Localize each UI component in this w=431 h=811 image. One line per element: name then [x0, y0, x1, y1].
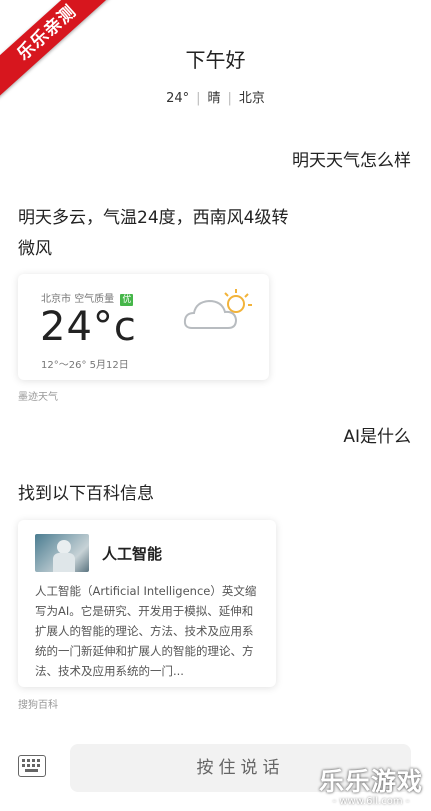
robot-body [53, 553, 75, 572]
baike-title: 人工智能 [102, 545, 163, 563]
separator: | [196, 91, 201, 106]
ai-thumbnail-image [35, 534, 89, 572]
watermark-text: 乐乐游戏 [318, 767, 423, 796]
summary-condition: 晴 [207, 91, 221, 106]
watermark-url: - www.6ll.com - [332, 796, 410, 807]
user-message: AI是什么 [343, 427, 411, 447]
weather-card[interactable]: 北京市 空气质量 优 24°c 12°～26° 5月12日 [18, 274, 269, 380]
separator: | [227, 91, 232, 106]
baike-card[interactable]: 人工智能 人工智能（Artificial Intelligence）英文缩写为A… [18, 520, 276, 687]
user-message: 明天天气怎么样 [292, 151, 411, 171]
weather-source: 墨迹天气 [18, 392, 58, 403]
summary-city: 北京 [238, 91, 265, 106]
robot-head [57, 540, 71, 554]
weather-card-temperature: 24°c [40, 304, 137, 350]
assistant-message: 找到以下百科信息 [18, 484, 154, 504]
site-watermark: 乐乐游戏 - www.6ll.com - [319, 762, 423, 807]
keyboard-icon[interactable] [18, 755, 46, 777]
partly-cloudy-icon [183, 289, 252, 329]
baike-summary: 人工智能（Artificial Intelligence）英文缩写为AI。它是研… [35, 584, 257, 678]
baike-source: 搜狗百科 [18, 700, 58, 711]
weather-card-range: 12°～26° 5月12日 [41, 356, 129, 371]
assistant-message: 明天多云，气温24度，西南风4级转微风 [18, 208, 289, 259]
summary-temperature: 24° [166, 91, 190, 106]
temperature-range: 12°～26° [41, 360, 87, 371]
forecast-date: 5月12日 [89, 360, 129, 371]
greeting-title: 下午好 [185, 48, 246, 72]
weather-summary: 24° | 晴 | 北京 [0, 87, 431, 106]
